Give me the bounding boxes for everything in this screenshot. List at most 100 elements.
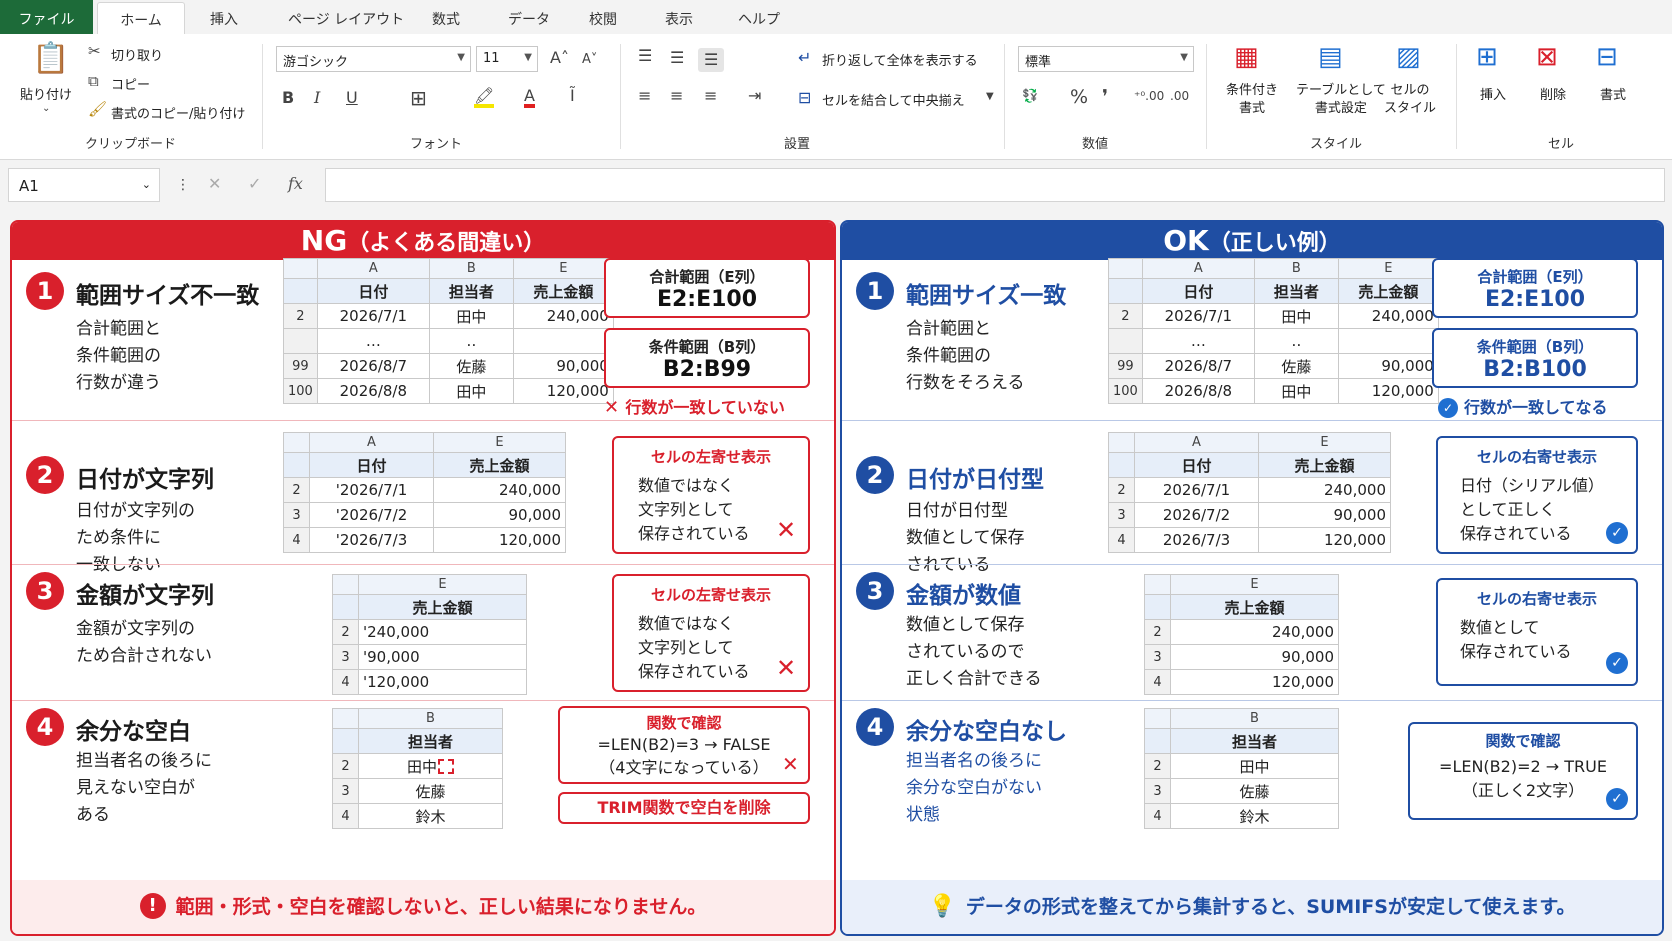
table-cell[interactable]: 田中 bbox=[428, 303, 514, 329]
conditional-format-icon[interactable]: ▦ bbox=[1234, 44, 1259, 70]
table-cell[interactable]: 90,000 bbox=[1258, 502, 1391, 528]
table-cell[interactable]: 120,000 bbox=[512, 378, 614, 404]
table-cell[interactable]: 佐藤 bbox=[1170, 778, 1339, 804]
font-color-icon[interactable]: A bbox=[524, 88, 535, 108]
percent-icon[interactable]: % bbox=[1070, 88, 1088, 107]
table-cell[interactable]: 2026/7/1 bbox=[1141, 303, 1255, 329]
paste-button[interactable]: 貼り付け bbox=[20, 84, 72, 103]
insert-function-icon[interactable]: fx bbox=[288, 176, 303, 192]
table-cell[interactable]: 240,000 bbox=[512, 303, 614, 329]
table-cell[interactable]: ‥ bbox=[428, 328, 514, 354]
table-cell[interactable]: 田中 bbox=[428, 378, 514, 404]
table-format-button[interactable]: テーブルとして 書式設定 bbox=[1296, 82, 1386, 118]
table-cell[interactable]: 田中 bbox=[1253, 303, 1339, 329]
currency-icon[interactable]: 💱 bbox=[1022, 90, 1038, 103]
borders-icon[interactable]: ⊞ bbox=[410, 88, 427, 108]
underline-icon[interactable]: U bbox=[346, 90, 358, 106]
wrap-text-button[interactable]: 折り返して全体を表示する bbox=[822, 50, 978, 69]
table-cell[interactable]: 佐藤 bbox=[1253, 353, 1339, 379]
increase-decimal-icon[interactable]: ⁺⁰.00 bbox=[1134, 90, 1164, 102]
tab-help[interactable]: ヘルプ bbox=[738, 9, 780, 29]
table-cell[interactable]: 120,000 bbox=[1337, 378, 1439, 404]
table-cell[interactable]: 240,000 bbox=[1258, 477, 1391, 503]
table-cell[interactable]: 120,000 bbox=[1170, 669, 1339, 695]
table-cell[interactable]: 鈴木 bbox=[1170, 803, 1339, 829]
table-cell[interactable]: 240,000 bbox=[433, 477, 566, 503]
cancel-icon[interactable]: ✕ bbox=[208, 176, 221, 192]
align-right-icon[interactable]: ≡ bbox=[704, 88, 717, 104]
align-top-icon[interactable]: ☰ bbox=[638, 48, 652, 64]
increase-font-icon[interactable]: A˄ bbox=[550, 50, 569, 66]
table-cell[interactable]: 2026/7/2 bbox=[1134, 502, 1259, 528]
table-cell[interactable]: 90,000 bbox=[1337, 353, 1439, 379]
table-cell[interactable]: '2026/7/3 bbox=[309, 527, 434, 553]
table-cell[interactable]: 2026/8/7 bbox=[1141, 353, 1255, 379]
table-cell[interactable]: 2026/7/3 bbox=[1134, 527, 1259, 553]
conditional-format-button[interactable]: 条件付き 書式 bbox=[1226, 82, 1278, 118]
table-cell[interactable]: 2026/8/8 bbox=[1141, 378, 1255, 404]
indent-icon[interactable]: ⇥ bbox=[748, 88, 761, 104]
table-cell[interactable]: 田中 bbox=[1170, 753, 1339, 779]
fill-color-icon[interactable]: 🖍 bbox=[474, 88, 495, 108]
tab-view[interactable]: 表示 bbox=[665, 9, 693, 29]
number-format-dropdown[interactable]: 標準 ▼ bbox=[1018, 46, 1194, 72]
cell-style-icon[interactable]: ▨ bbox=[1396, 44, 1421, 70]
tab-insert[interactable]: 挿入 bbox=[210, 9, 238, 29]
formula-input[interactable] bbox=[325, 168, 1665, 202]
align-middle-icon[interactable]: ☰ bbox=[670, 50, 684, 66]
cell-style-button[interactable]: セルの スタイル bbox=[1384, 82, 1436, 118]
align-bottom-icon[interactable]: ☰ bbox=[698, 48, 725, 72]
copy-icon[interactable]: ⧉ bbox=[88, 74, 99, 89]
merge-icon[interactable]: ⊟ bbox=[798, 90, 811, 106]
table-cell[interactable]: '120,000 bbox=[358, 669, 527, 695]
table-format-icon[interactable]: ▤ bbox=[1318, 44, 1343, 70]
italic-icon[interactable]: I bbox=[314, 90, 320, 106]
name-box[interactable]: A1 ⌄ bbox=[8, 168, 160, 202]
font-size-dropdown[interactable]: 11 ▼ bbox=[476, 46, 538, 72]
bold-icon[interactable]: B bbox=[282, 90, 294, 106]
decrease-font-icon[interactable]: A˅ bbox=[582, 53, 597, 66]
font-name-dropdown[interactable]: 游ゴシック ▼ bbox=[276, 46, 471, 72]
scissors-icon[interactable]: ✂ bbox=[88, 44, 101, 59]
decrease-decimal-icon[interactable]: .00 bbox=[1170, 90, 1189, 102]
format-cells-button[interactable]: 書式 bbox=[1600, 84, 1626, 103]
tab-page-layout[interactable]: ページ レイアウト bbox=[288, 9, 404, 29]
phonetic-icon[interactable]: Ĩ bbox=[570, 88, 575, 104]
table-cell[interactable] bbox=[512, 328, 614, 354]
table-cell[interactable]: '2026/7/2 bbox=[309, 502, 434, 528]
table-cell[interactable]: ‥ bbox=[1253, 328, 1339, 354]
table-cell[interactable]: '90,000 bbox=[358, 644, 527, 670]
merge-center-button[interactable]: セルを結合して中央揃え bbox=[822, 90, 965, 109]
table-cell[interactable]: 2026/7/1 bbox=[1134, 477, 1259, 503]
wrap-text-icon[interactable]: ↵ bbox=[798, 50, 811, 66]
table-cell[interactable]: 120,000 bbox=[433, 527, 566, 553]
chevron-down-icon[interactable]: ▼ bbox=[986, 92, 994, 102]
table-cell[interactable]: 90,000 bbox=[1170, 644, 1339, 670]
table-cell[interactable]: 90,000 bbox=[433, 502, 566, 528]
comma-icon[interactable]: ❜ bbox=[1102, 88, 1108, 107]
tab-home[interactable]: ホーム bbox=[97, 2, 185, 34]
tab-file[interactable]: ファイル bbox=[0, 0, 93, 34]
table-cell[interactable]: 2026/8/8 bbox=[316, 378, 430, 404]
delete-cells-icon[interactable]: ⊠ bbox=[1536, 44, 1558, 70]
table-cell[interactable]: … bbox=[316, 328, 430, 354]
table-cell[interactable] bbox=[1337, 328, 1439, 354]
table-cell[interactable]: 田中 bbox=[358, 753, 503, 779]
table-cell[interactable]: 佐藤 bbox=[358, 778, 503, 804]
enter-icon[interactable]: ✓ bbox=[248, 176, 261, 192]
table-cell[interactable]: 鈴木 bbox=[358, 803, 503, 829]
insert-cells-icon[interactable]: ⊞ bbox=[1476, 44, 1498, 70]
table-cell[interactable]: 90,000 bbox=[512, 353, 614, 379]
format-cells-icon[interactable]: ⊟ bbox=[1596, 44, 1618, 70]
table-cell[interactable]: 2026/8/7 bbox=[316, 353, 430, 379]
paste-icon[interactable]: 📋 bbox=[32, 44, 69, 74]
table-cell[interactable]: 120,000 bbox=[1258, 527, 1391, 553]
table-cell[interactable]: 240,000 bbox=[1337, 303, 1439, 329]
table-cell[interactable]: 田中 bbox=[1253, 378, 1339, 404]
tab-formulas[interactable]: 数式 bbox=[432, 9, 460, 29]
insert-cells-button[interactable]: 挿入 bbox=[1480, 84, 1506, 103]
copy-button[interactable]: コピー bbox=[111, 74, 150, 93]
chevron-down-icon[interactable]: ⌄ bbox=[42, 104, 50, 114]
table-cell[interactable]: 2026/7/1 bbox=[316, 303, 430, 329]
delete-cells-button[interactable]: 削除 bbox=[1540, 84, 1566, 103]
